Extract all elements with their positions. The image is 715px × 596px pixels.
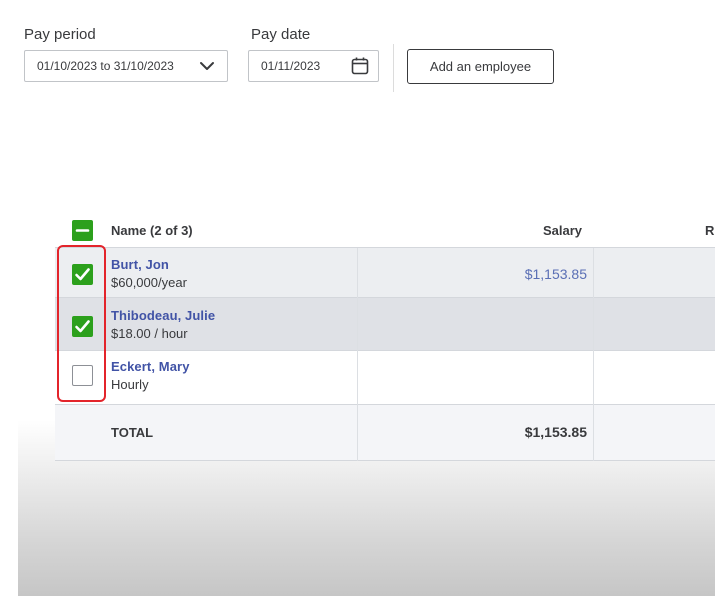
chevron-down-icon bbox=[200, 62, 214, 70]
toolbar-divider bbox=[393, 44, 394, 92]
check-icon bbox=[75, 320, 90, 333]
pay-period-value: 01/10/2023 to 31/10/2023 bbox=[37, 59, 174, 73]
salary-column-header[interactable]: Salary bbox=[543, 223, 582, 238]
column-divider bbox=[357, 248, 358, 461]
table-total-row: TOTAL $1,153.85 bbox=[55, 405, 715, 461]
employee-rate: Hourly bbox=[111, 377, 149, 392]
row-checkbox-burt[interactable] bbox=[72, 264, 93, 285]
table-row: Burt, Jon $60,000/year $1,153.85 bbox=[55, 248, 715, 298]
pay-date-value: 01/11/2023 bbox=[261, 59, 321, 73]
column-divider bbox=[593, 248, 594, 461]
employee-name-link[interactable]: Burt, Jon bbox=[111, 257, 187, 272]
pay-period-select[interactable]: 01/10/2023 to 31/10/2023 bbox=[24, 50, 228, 82]
row-checkbox-thibodeau[interactable] bbox=[72, 316, 93, 337]
pay-date-label: Pay date bbox=[251, 26, 311, 43]
table-row: Eckert, Mary Hourly bbox=[55, 351, 715, 405]
minus-icon bbox=[75, 229, 90, 232]
employee-name-link[interactable]: Thibodeau, Julie bbox=[111, 308, 215, 323]
table-row: Thibodeau, Julie $18.00 / hour bbox=[55, 298, 715, 351]
table-header-row: Name (2 of 3) Salary R bbox=[55, 212, 715, 248]
pay-date-field[interactable]: 01/11/2023 bbox=[248, 50, 379, 82]
add-employee-button[interactable]: Add an employee bbox=[407, 49, 554, 84]
check-icon bbox=[75, 268, 90, 281]
employee-name-link[interactable]: Eckert, Mary bbox=[111, 359, 190, 374]
salary-amount[interactable]: $1,153.85 bbox=[525, 266, 587, 282]
calendar-icon[interactable] bbox=[350, 56, 370, 76]
total-label: TOTAL bbox=[111, 425, 154, 440]
name-column-header[interactable]: Name (2 of 3) bbox=[111, 223, 193, 238]
partial-column-header: R bbox=[705, 223, 715, 238]
row-checkbox-eckert[interactable] bbox=[72, 365, 93, 386]
employee-rate: $60,000/year bbox=[111, 275, 187, 290]
pay-period-label: Pay period bbox=[24, 26, 96, 43]
select-all-checkbox[interactable] bbox=[72, 220, 93, 241]
employee-table: Name (2 of 3) Salary R Burt, Jon $60,000… bbox=[55, 212, 715, 461]
total-salary: $1,153.85 bbox=[524, 424, 587, 440]
employee-rate: $18.00 / hour bbox=[111, 326, 188, 341]
left-gutter bbox=[0, 0, 18, 596]
